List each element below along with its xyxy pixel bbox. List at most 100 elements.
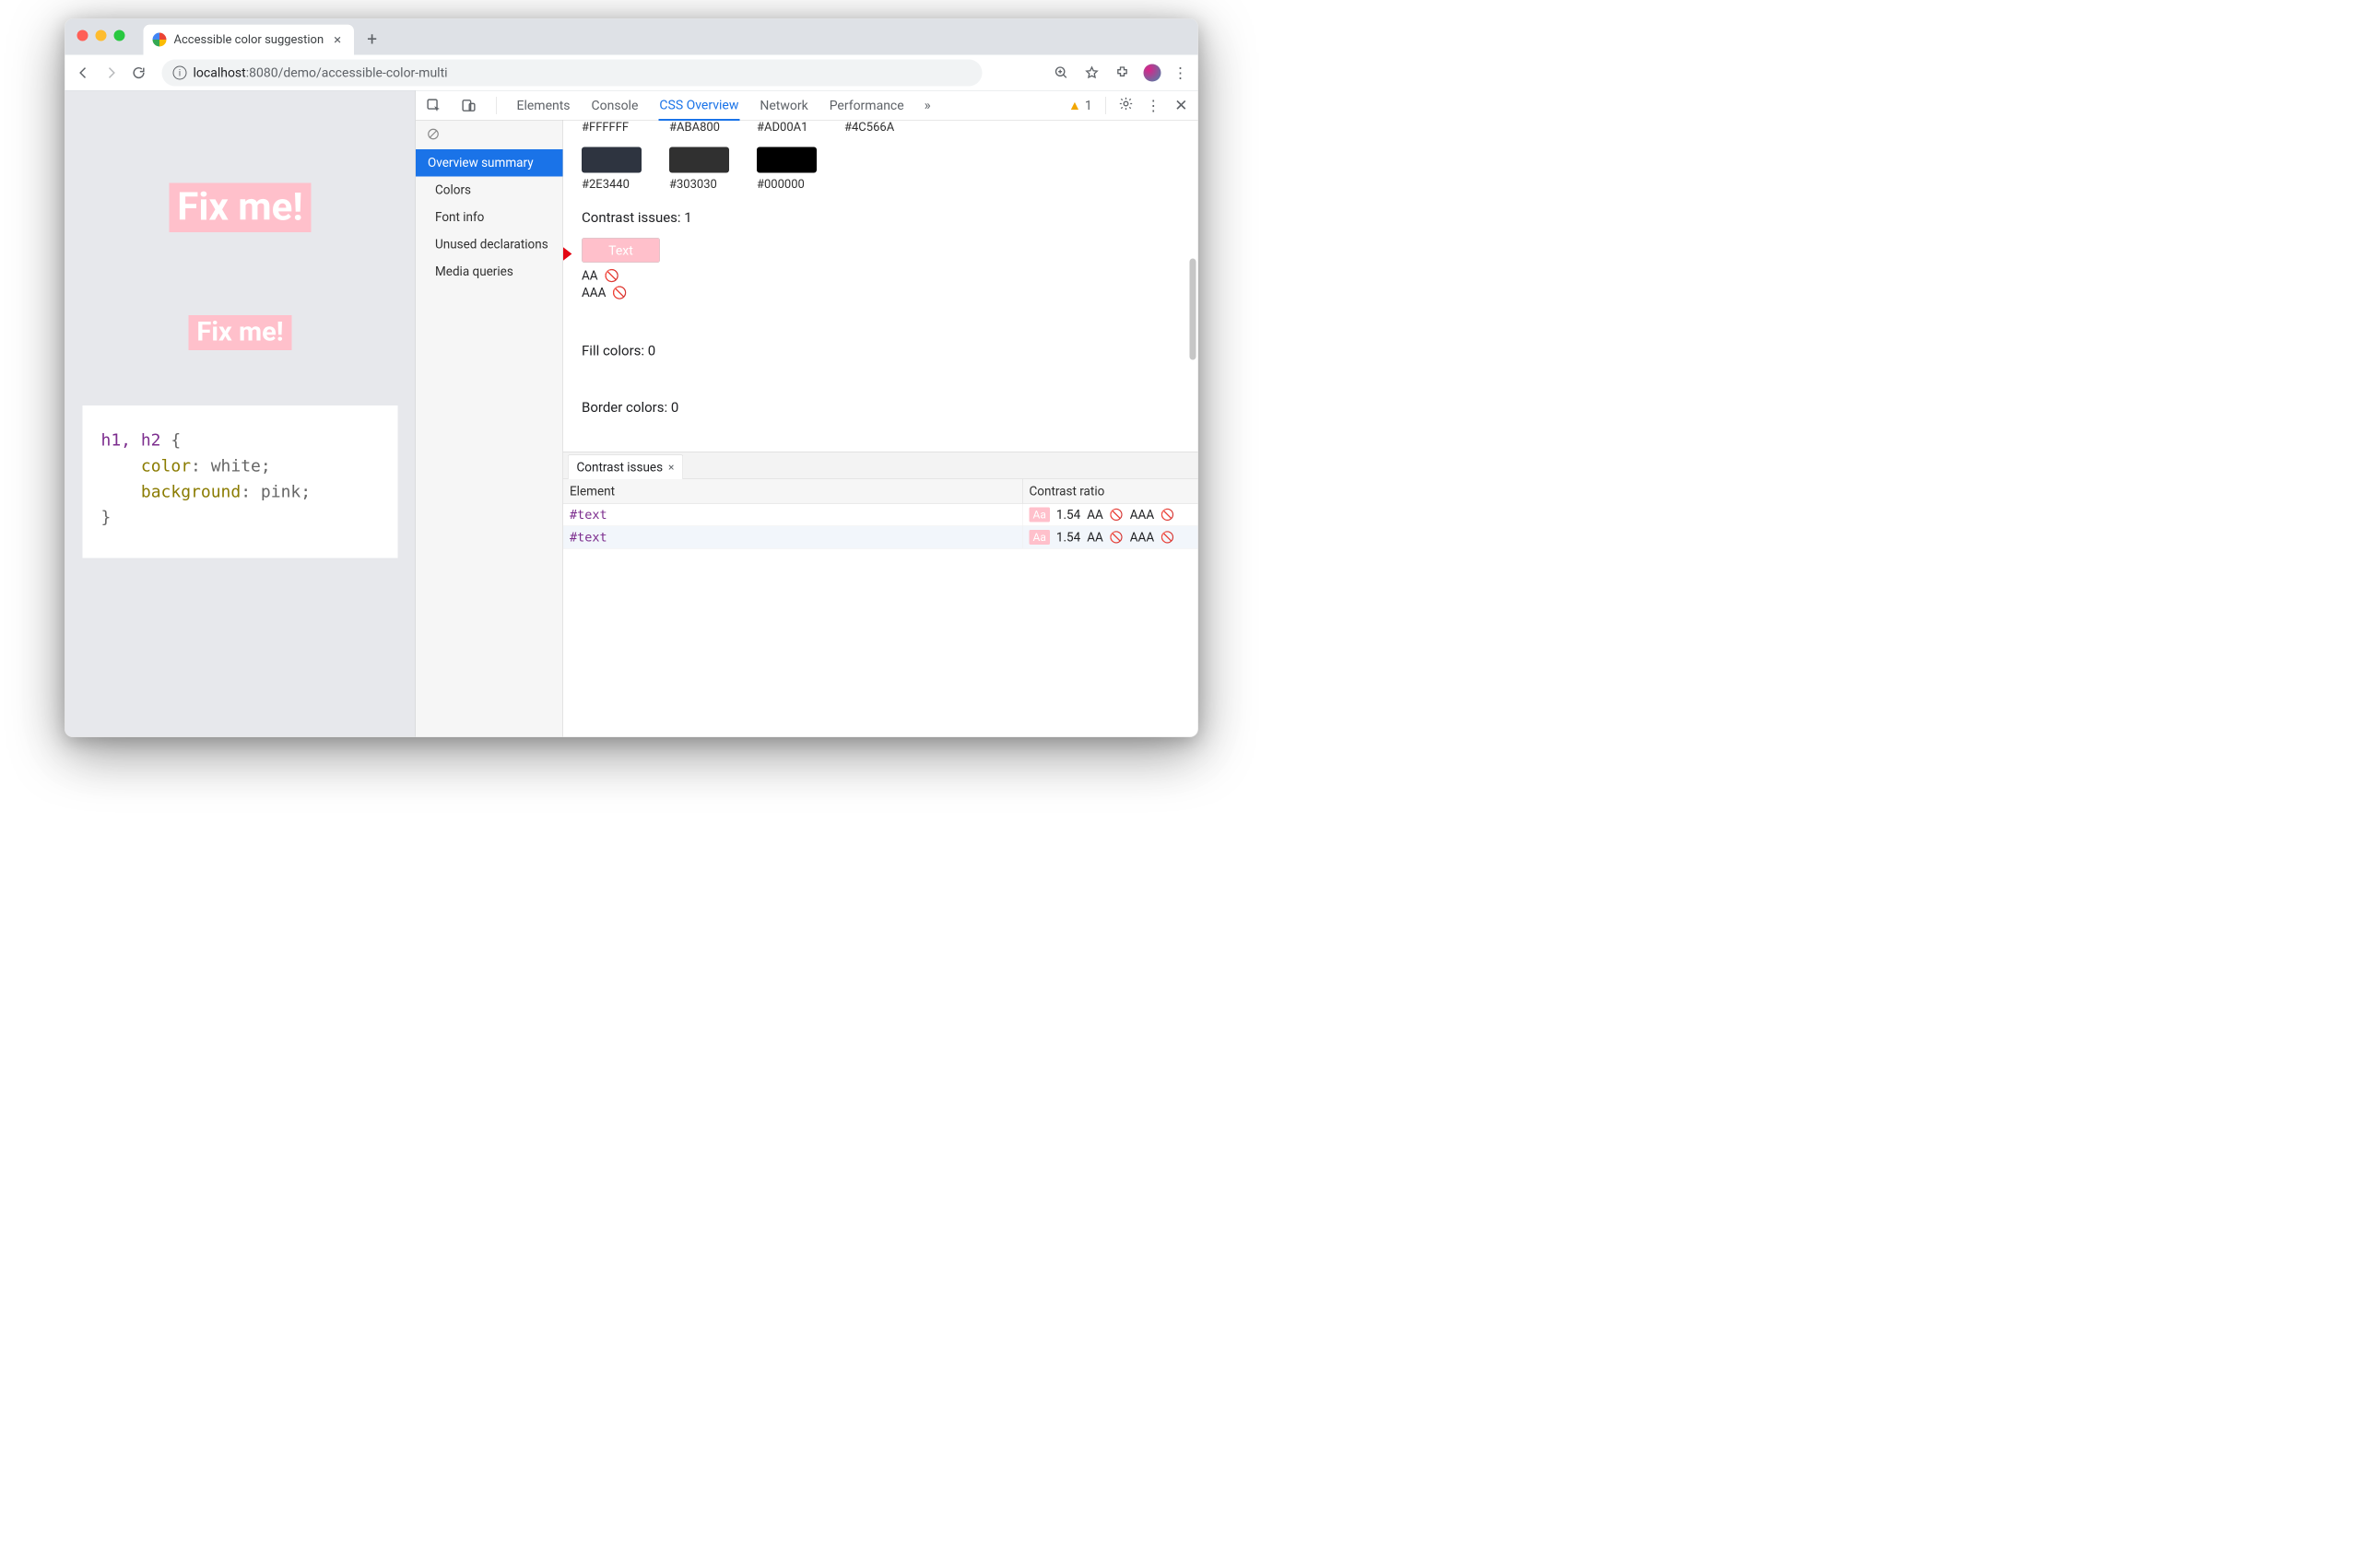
warnings-indicator[interactable]: ▲1 — [1068, 98, 1092, 113]
devtools-panel: Elements Console CSS Overview Network Pe… — [416, 91, 1198, 737]
back-button[interactable] — [75, 64, 93, 82]
devtools-settings-button[interactable] — [1118, 97, 1133, 115]
inspect-icon[interactable] — [426, 98, 442, 113]
bookmark-star-icon[interactable] — [1083, 64, 1102, 82]
element-name: #text — [570, 530, 607, 545]
devtools-close-button[interactable]: ✕ — [1174, 96, 1187, 114]
fail-icon: 🚫 — [1110, 531, 1124, 544]
aaa-text: AAA — [1130, 508, 1154, 523]
aa-text: AA — [1087, 508, 1103, 523]
address-bar[interactable]: i localhost:8080/demo/accessible-color-m… — [162, 59, 983, 86]
code-val-color: : white; — [191, 456, 271, 476]
aaa-text: AAA — [1130, 530, 1154, 545]
clear-overview-button[interactable] — [416, 125, 563, 150]
tab-performance[interactable]: Performance — [829, 91, 905, 120]
sample-chip: Aa — [1030, 530, 1050, 545]
content-area: Fix me! Fix me! h1, h2 { color: white; b… — [65, 91, 1198, 737]
code-selector: h1, h2 — [101, 431, 161, 451]
issues-tab-chip[interactable]: Contrast issues × — [568, 455, 683, 480]
sidebar-item-media[interactable]: Media queries — [416, 258, 563, 286]
swatch-label: #FFFFFF — [582, 121, 642, 135]
close-window-button[interactable] — [77, 30, 88, 41]
fail-icon: 🚫 — [1110, 509, 1124, 522]
titlebar: Accessible color suggestion × + — [65, 19, 1198, 55]
code-val-bg: : pink; — [241, 482, 311, 501]
col-element: Element — [563, 479, 1023, 503]
fail-icon: 🚫 — [612, 287, 627, 300]
chrome-menu-button[interactable]: ⋮ — [1173, 64, 1189, 81]
toolbar: i localhost:8080/demo/accessible-color-m… — [65, 55, 1198, 91]
traffic-lights — [77, 30, 125, 41]
url-path: /demo/accessible-color-multi — [278, 65, 448, 81]
ratio-value: 1.54 — [1056, 508, 1080, 523]
browser-window: Accessible color suggestion × + i localh… — [65, 18, 1198, 737]
aa-text: AA — [1087, 530, 1103, 545]
zoom-icon[interactable] — [1053, 64, 1071, 82]
page-h2: Fix me! — [188, 315, 291, 350]
minimize-window-button[interactable] — [96, 30, 107, 41]
css-overview-sidebar: Overview summary Colors Font info Unused… — [416, 121, 563, 737]
swatch-labels-row1: #FFFFFF #ABA800 #AD00A1 #4C566A — [563, 121, 1198, 135]
code-prop-color: color — [141, 456, 191, 476]
swatch-label: #000000 — [757, 178, 817, 192]
devtools-tabbar: Elements Console CSS Overview Network Pe… — [416, 91, 1198, 121]
annotation-arrow-icon — [563, 238, 572, 270]
contrast-issues-heading: Contrast issues: 1 — [563, 192, 1198, 235]
warning-count: 1 — [1085, 98, 1092, 113]
url-host: localhost — [194, 65, 246, 81]
element-name: #text — [570, 508, 607, 523]
tab-title: Accessible color suggestion — [174, 33, 324, 47]
devtools-menu-button[interactable]: ⋮ — [1146, 97, 1161, 114]
fail-icon: 🚫 — [1161, 531, 1174, 544]
contrast-sample-swatch[interactable]: Text — [582, 238, 660, 263]
issues-tabbar: Contrast issues × — [563, 452, 1198, 480]
sidebar-item-colors[interactable]: Colors — [416, 177, 563, 205]
rendered-page: Fix me! Fix me! h1, h2 { color: white; b… — [65, 91, 416, 737]
issues-row[interactable]: #text Aa 1.54 AA🚫 AAA🚫 — [563, 504, 1198, 527]
aa-label: AA — [582, 268, 598, 283]
tab-close-button[interactable]: × — [331, 31, 344, 48]
extensions-icon[interactable] — [1113, 64, 1132, 82]
issues-row[interactable]: #text Aa 1.54 AA🚫 AAA🚫 — [563, 526, 1198, 549]
issues-grid-header: Element Contrast ratio — [563, 479, 1198, 504]
swatch-labels-row2: #2E3440 #303030 #000000 — [563, 178, 1198, 192]
issues-tab-close-icon[interactable]: × — [668, 461, 674, 474]
fail-icon: 🚫 — [605, 269, 619, 283]
url-port: :8080 — [246, 65, 278, 81]
color-swatch[interactable] — [757, 147, 817, 173]
issues-tab-label: Contrast issues — [577, 460, 664, 475]
fail-icon: 🚫 — [1161, 509, 1174, 522]
tab-css-overview[interactable]: CSS Overview — [658, 91, 739, 122]
new-tab-button[interactable]: + — [360, 29, 383, 52]
wcag-ratings: AA🚫 AAA🚫 — [563, 267, 1198, 301]
sidebar-item-overview[interactable]: Overview summary — [416, 149, 563, 177]
scrollbar[interactable] — [1190, 259, 1196, 360]
code-prop-bg: background — [141, 482, 241, 501]
sidebar-item-unused[interactable]: Unused declarations — [416, 231, 563, 259]
swatch-label: #303030 — [669, 178, 729, 192]
border-colors-heading: Border colors: 0 — [563, 368, 1198, 425]
fill-colors-heading: Fill colors: 0 — [563, 301, 1198, 368]
code-brace-open: { — [161, 431, 182, 451]
swatch-label: #ABA800 — [669, 121, 729, 135]
tab-elements[interactable]: Elements — [516, 91, 571, 120]
maximize-window-button[interactable] — [114, 30, 125, 41]
color-swatch[interactable] — [669, 147, 729, 173]
contrast-issues-panel: Contrast issues × Element Con — [563, 452, 1198, 632]
page-h1: Fix me! — [169, 183, 311, 233]
browser-tab[interactable]: Accessible color suggestion × — [144, 25, 355, 55]
color-swatch[interactable] — [582, 147, 642, 173]
tab-console[interactable]: Console — [591, 91, 640, 120]
reload-button[interactable] — [130, 64, 148, 82]
tabs-overflow-button[interactable]: » — [925, 98, 931, 114]
profile-avatar[interactable] — [1144, 64, 1161, 81]
site-info-icon[interactable]: i — [173, 65, 187, 79]
tab-network[interactable]: Network — [759, 91, 808, 120]
sidebar-item-font[interactable]: Font info — [416, 204, 563, 231]
swatch-label: #4C566A — [844, 121, 904, 135]
css-overview-main: #FFFFFF #ABA800 #AD00A1 #4C566A #2E3440 — [563, 121, 1198, 737]
col-contrast-ratio: Contrast ratio — [1023, 479, 1198, 503]
forward-button[interactable] — [102, 64, 121, 82]
warning-icon: ▲ — [1068, 98, 1081, 113]
device-toggle-icon[interactable] — [461, 98, 477, 113]
